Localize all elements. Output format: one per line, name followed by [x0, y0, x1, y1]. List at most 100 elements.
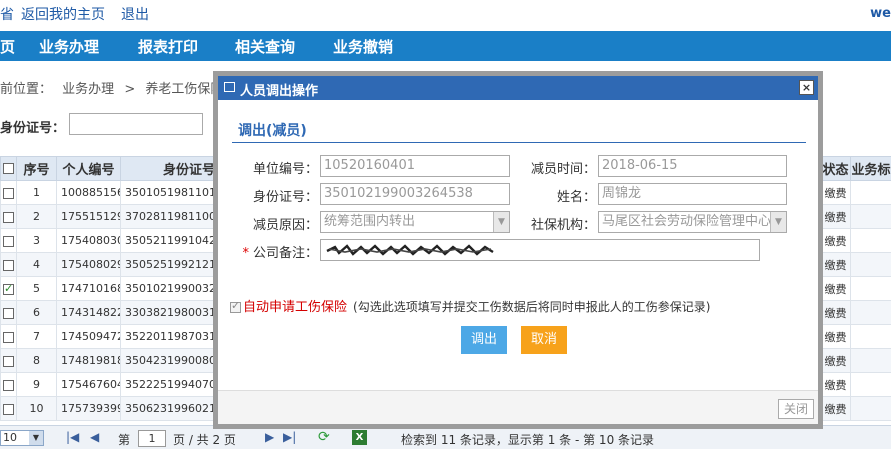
last-page-icon[interactable]: ▶| [283, 430, 296, 444]
auto-apply-label[interactable]: 自动申请工伤保险 [243, 300, 347, 315]
cell-status: 缴费 [820, 204, 851, 229]
remark-label-text: 公司备注： [252, 246, 318, 261]
cell-business [850, 348, 891, 373]
row-checkbox[interactable] [3, 379, 14, 391]
page-size-value: 10 [3, 431, 17, 444]
agency-label: 社保机构： [530, 218, 596, 233]
refresh-icon[interactable]: ⟳ [318, 429, 330, 445]
cell-status: 缴费 [820, 396, 851, 421]
main-nav: 页 业务办理 报表打印 相关查询 业务撤销 [0, 31, 891, 61]
cell-person-no: 175408029 [56, 252, 121, 277]
header-status: 状态 [820, 156, 851, 181]
row-checkbox[interactable] [3, 307, 14, 319]
nav-business[interactable]: 业务办理 [39, 36, 99, 57]
page-number-input[interactable]: 1 [138, 430, 166, 447]
breadcrumb-level1[interactable]: 业务办理 [62, 82, 114, 97]
cell-person-no: 175739399 [56, 396, 121, 421]
nav-home[interactable]: 页 [0, 36, 15, 57]
dialog-footer: 关闭 [218, 390, 818, 424]
back-home-link[interactable]: 返回我的主页 [21, 4, 105, 24]
cell-person-no: 174819818 [56, 348, 121, 373]
row-select[interactable] [0, 228, 17, 253]
section-divider [232, 142, 806, 143]
top-link-bar: 省 返回我的主页 退出 we [0, 0, 891, 30]
transfer-out-button[interactable]: 调出 [461, 326, 507, 354]
nav-revoke[interactable]: 业务撤销 [333, 36, 393, 57]
row-checkbox[interactable] [3, 355, 14, 367]
row-checkbox[interactable] [3, 282, 14, 295]
transfer-out-dialog: 人员调出操作 × 调出(减员) 单位编号： 10520160401 减员时间： … [213, 71, 823, 429]
cell-business [850, 276, 891, 301]
remark-input[interactable] [320, 239, 760, 261]
idcard-field: 350102199003264538 [320, 183, 510, 205]
cell-no: 7 [16, 324, 57, 349]
chevron-down-icon: ▼ [770, 212, 786, 232]
cell-person-no: 174509472 [56, 324, 121, 349]
cell-no: 3 [16, 228, 57, 253]
row-select[interactable] [0, 276, 17, 301]
cell-no: 1 [16, 180, 57, 205]
page-size-select[interactable]: 10 ▼ [0, 430, 44, 446]
unit-no-field: 10520160401 [320, 155, 510, 177]
row-select[interactable] [0, 252, 17, 277]
row-select[interactable] [0, 300, 17, 325]
header-business: 业务标 [850, 156, 891, 181]
cell-business [850, 396, 891, 421]
name-field: 周锦龙 [598, 183, 787, 205]
auto-apply-checkbox[interactable] [230, 299, 241, 313]
cell-status: 缴费 [820, 276, 851, 301]
nav-query[interactable]: 相关查询 [235, 36, 295, 57]
cancel-button[interactable]: 取消 [521, 326, 567, 354]
idcard-search-input[interactable] [69, 113, 203, 135]
row-select[interactable] [0, 348, 17, 373]
dialog-body: 调出(减员) 单位编号： 10520160401 减员时间： 2018-06-1… [218, 100, 818, 424]
cell-no: 8 [16, 348, 57, 373]
section-title: 调出(减员) [238, 123, 307, 139]
cell-status: 缴费 [820, 180, 851, 205]
auto-apply-tip: (勾选此选项填写并提交工伤数据后将同时申报此人的工伤参保记录) [353, 300, 711, 314]
window-icon [224, 82, 235, 92]
cell-no: 5 [16, 276, 57, 301]
dialog-title: 人员调出操作 [240, 84, 319, 99]
cell-no: 2 [16, 204, 57, 229]
next-page-icon[interactable]: ▶ [265, 430, 274, 444]
logout-link[interactable]: 退出 [121, 4, 149, 24]
page-prefix: 第 [118, 433, 131, 447]
required-mark: * [242, 246, 249, 261]
reduce-time-field[interactable]: 2018-06-15 [598, 155, 787, 177]
cell-business [850, 252, 891, 277]
cell-no: 4 [16, 252, 57, 277]
row-checkbox[interactable] [3, 331, 14, 343]
reason-select[interactable]: 统筹范围内转出 ▼ [320, 211, 510, 233]
row-checkbox[interactable] [3, 403, 14, 415]
agency-value: 马尾区社会劳动保险管理中心 [602, 214, 772, 229]
province-link[interactable]: 省 [0, 4, 14, 24]
cell-no: 6 [16, 300, 57, 325]
close-icon[interactable]: × [799, 80, 814, 95]
row-checkbox[interactable] [3, 235, 14, 247]
cell-business [850, 228, 891, 253]
row-checkbox[interactable] [3, 259, 14, 271]
first-page-icon[interactable]: |◀ [66, 430, 79, 444]
row-checkbox[interactable] [3, 211, 14, 223]
nav-report-print[interactable]: 报表打印 [138, 36, 198, 57]
reason-label: 减员原因： [252, 218, 318, 233]
row-select[interactable] [0, 372, 17, 397]
cell-business [850, 372, 891, 397]
select-all-checkbox[interactable] [3, 163, 14, 174]
name-label: 姓名： [556, 190, 596, 205]
header-no: 序号 [16, 156, 57, 181]
cell-person-no: 175515129 [56, 204, 121, 229]
agency-select[interactable]: 马尾区社会劳动保险管理中心 ▼ [598, 211, 787, 233]
close-button[interactable]: 关闭 [778, 399, 814, 419]
row-select[interactable] [0, 180, 17, 205]
cell-no: 10 [16, 396, 57, 421]
row-checkbox[interactable] [3, 187, 14, 199]
row-select[interactable] [0, 324, 17, 349]
breadcrumb-prefix: 前位置： [0, 82, 53, 97]
row-select[interactable] [0, 396, 17, 421]
excel-export-icon[interactable]: X [352, 430, 367, 445]
header-select-all[interactable] [0, 156, 17, 181]
row-select[interactable] [0, 204, 17, 229]
prev-page-icon[interactable]: ◀ [90, 430, 99, 444]
